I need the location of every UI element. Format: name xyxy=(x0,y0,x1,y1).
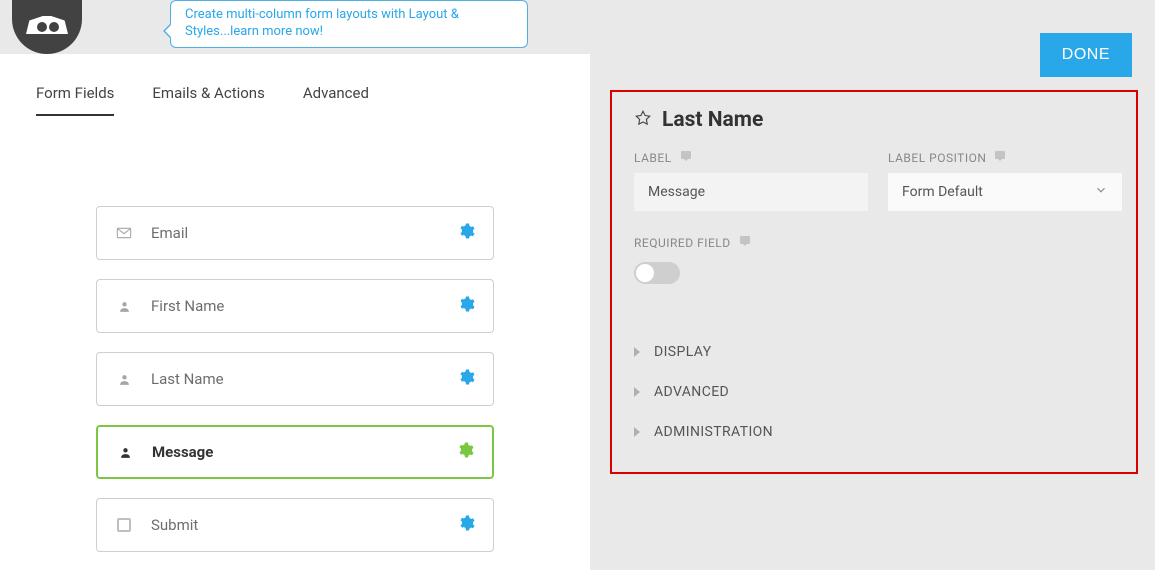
square-icon xyxy=(115,516,133,534)
label-input[interactable]: Message xyxy=(634,173,868,211)
done-button[interactable]: DONE xyxy=(1040,33,1132,77)
field-label: First Name xyxy=(151,297,457,315)
detail-title: Last Name xyxy=(662,108,763,132)
gear-icon[interactable] xyxy=(457,368,475,390)
tab-form-fields[interactable]: Form Fields xyxy=(36,84,114,116)
field-detail-panel: Last Name LABEL Message LABEL POSITION F… xyxy=(610,90,1138,474)
gear-icon[interactable] xyxy=(457,295,475,317)
field-label: Message xyxy=(152,443,456,461)
chevron-down-icon xyxy=(1094,183,1108,201)
user-icon xyxy=(115,297,133,315)
field-label: Email xyxy=(151,224,457,242)
field-item-message[interactable]: Message xyxy=(96,425,494,479)
tip-bubble[interactable]: Create multi-column form layouts with La… xyxy=(170,0,528,48)
ninja-logo xyxy=(12,0,82,54)
section-display[interactable]: DISPLAY xyxy=(612,332,1136,372)
left-panel: Form Fields Emails & Actions Advanced Em… xyxy=(0,54,590,570)
field-item-lastname[interactable]: Last Name xyxy=(96,352,494,406)
gear-icon[interactable] xyxy=(456,441,474,463)
position-select[interactable]: Form Default xyxy=(888,173,1122,211)
field-item-firstname[interactable]: First Name xyxy=(96,279,494,333)
required-toggle[interactable] xyxy=(634,262,680,284)
triangle-right-icon xyxy=(634,387,640,397)
user-icon xyxy=(116,443,134,461)
gear-icon[interactable] xyxy=(457,514,475,536)
tab-emails-actions[interactable]: Emails & Actions xyxy=(152,84,264,116)
field-label: Submit xyxy=(151,516,457,534)
star-icon[interactable] xyxy=(634,109,652,131)
triangle-right-icon xyxy=(634,347,640,357)
comment-icon[interactable] xyxy=(994,150,1006,165)
triangle-right-icon xyxy=(634,427,640,437)
tab-advanced[interactable]: Advanced xyxy=(303,84,369,116)
fields-list: Email First Name Last Name xyxy=(0,116,590,552)
required-caption: REQUIRED FIELD xyxy=(634,235,1114,250)
user-icon xyxy=(115,370,133,388)
field-item-submit[interactable]: Submit xyxy=(96,498,494,552)
gear-icon[interactable] xyxy=(457,222,475,244)
field-label: Last Name xyxy=(151,370,457,388)
field-item-email[interactable]: Email xyxy=(96,206,494,260)
section-advanced[interactable]: ADVANCED xyxy=(612,372,1136,412)
envelope-icon xyxy=(115,224,133,242)
comment-icon[interactable] xyxy=(739,235,751,250)
label-caption: LABEL xyxy=(634,150,868,165)
comment-icon[interactable] xyxy=(680,150,692,165)
tabs: Form Fields Emails & Actions Advanced xyxy=(0,54,590,116)
section-administration[interactable]: ADMINISTRATION xyxy=(612,412,1136,452)
position-caption: LABEL POSITION xyxy=(888,150,1122,165)
